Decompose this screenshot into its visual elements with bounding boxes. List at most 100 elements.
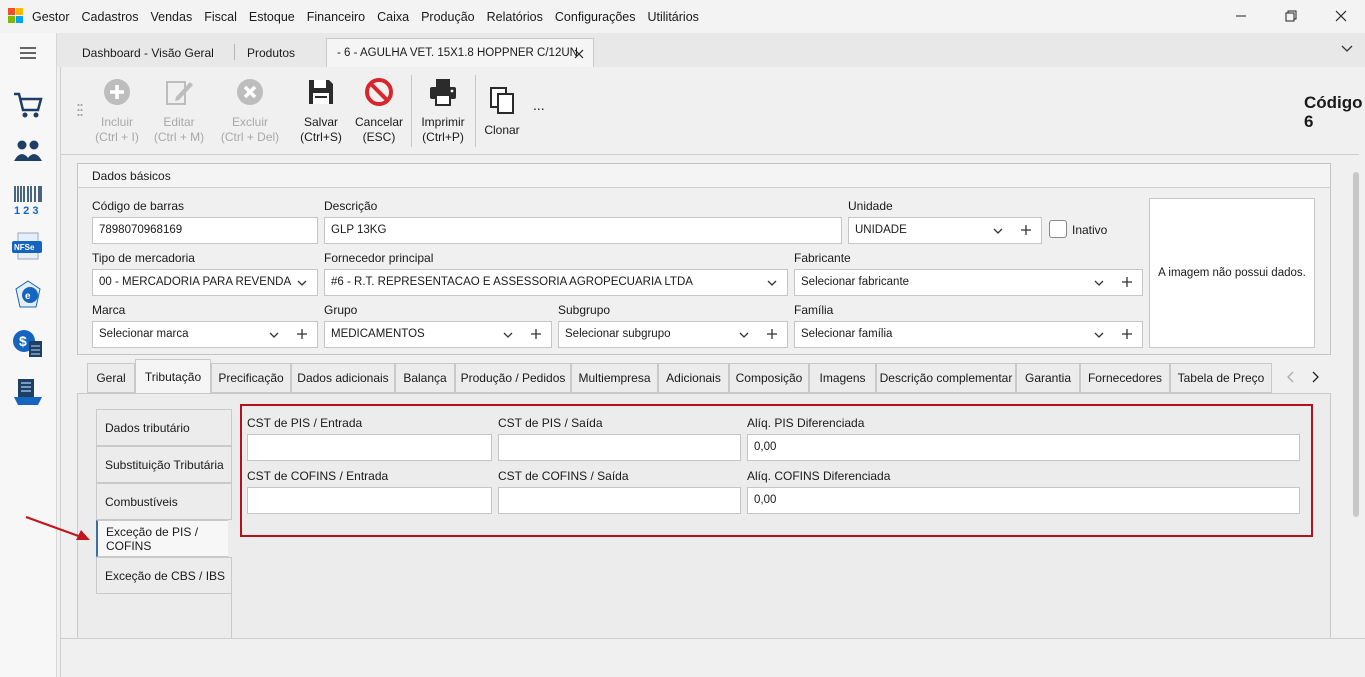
- nfe-icon[interactable]: e: [12, 279, 44, 311]
- tab-label: Descrição complementar: [879, 371, 1013, 385]
- vtab-excecao-cbs-ibs[interactable]: Exceção de CBS / IBS: [96, 557, 232, 594]
- tab-producao-pedidos[interactable]: Produção / Pedidos: [455, 363, 571, 393]
- drag-handle-icon[interactable]: [77, 103, 83, 117]
- tab-dados-adicionais[interactable]: Dados adicionais: [291, 363, 395, 393]
- marca-select[interactable]: Selecionar marca: [92, 321, 318, 348]
- vtab-excecao-pis-cofins[interactable]: Exceção de PIS / COFINS: [96, 520, 228, 557]
- svg-text:NFSe: NFSe: [14, 243, 35, 252]
- vtab-label: Exceção de PIS / COFINS: [106, 524, 199, 553]
- print-icon: [430, 79, 456, 106]
- barcode-icon[interactable]: 1 2 3: [12, 183, 44, 215]
- plus-icon[interactable]: [1020, 224, 1032, 236]
- hamburger-menu-icon[interactable]: [16, 41, 40, 65]
- tab-balanca[interactable]: Balança: [395, 363, 455, 393]
- imprimir-label: Imprimir: [421, 115, 465, 129]
- plus-icon[interactable]: [296, 328, 308, 340]
- menu-cadastros[interactable]: Cadastros: [82, 10, 139, 24]
- grupo-select[interactable]: MEDICAMENTOS: [324, 321, 552, 348]
- menu-configuracoes[interactable]: Configurações: [555, 10, 636, 24]
- tab-multiempresa[interactable]: Multiempresa: [571, 363, 658, 393]
- tab-imagens[interactable]: Imagens: [809, 363, 876, 393]
- menu-financeiro[interactable]: Financeiro: [307, 10, 365, 24]
- vertical-scrollbar[interactable]: [1353, 172, 1359, 517]
- tab-adicionais[interactable]: Adicionais: [658, 363, 729, 393]
- fabricante-select[interactable]: Selecionar fabricante: [794, 269, 1143, 296]
- menu-caixa[interactable]: Caixa: [377, 10, 409, 24]
- menu-estoque[interactable]: Estoque: [249, 10, 295, 24]
- aliq-cofins-input[interactable]: 0,00: [747, 487, 1300, 514]
- cash-register-icon[interactable]: [12, 375, 44, 407]
- chevron-down-icon: [1094, 332, 1104, 338]
- tab-label: Fornecedores: [1087, 371, 1163, 385]
- menu-vendas[interactable]: Vendas: [151, 10, 193, 24]
- chevron-right-icon[interactable]: [1310, 371, 1320, 383]
- cart-icon[interactable]: [12, 89, 44, 121]
- unidade-select[interactable]: UNIDADE: [848, 217, 1042, 244]
- subgrupo-select[interactable]: Selecionar subgrupo: [558, 321, 788, 348]
- menu-producao[interactable]: Produção: [421, 10, 475, 24]
- restore-button[interactable]: [1281, 6, 1301, 26]
- nfse-icon[interactable]: NFSe: [12, 231, 44, 263]
- doctab-dashboard[interactable]: Dashboard - Visão Geral: [72, 38, 232, 67]
- plus-icon[interactable]: [1121, 328, 1133, 340]
- editar-button[interactable]: Editar (Ctrl + M): [149, 77, 209, 145]
- grupo-label: Grupo: [324, 303, 358, 317]
- cst-cofins-entrada-input[interactable]: [247, 487, 492, 514]
- tab-label: Precificação: [218, 371, 284, 385]
- tab-tabela-preco[interactable]: Tabela de Preço: [1170, 363, 1272, 393]
- tab-fornecedores[interactable]: Fornecedores: [1080, 363, 1170, 393]
- vtab-dados-tributario[interactable]: Dados tributário: [96, 409, 232, 446]
- tab-descricao-complementar[interactable]: Descrição complementar: [876, 363, 1016, 393]
- tipo-mercadoria-select[interactable]: 00 - MERCADORIA PARA REVENDA: [92, 269, 318, 296]
- excluir-button[interactable]: Excluir (Ctrl + Del): [217, 77, 283, 145]
- plus-icon[interactable]: [766, 328, 778, 340]
- chevron-left-icon[interactable]: [1286, 371, 1296, 383]
- tab-label: Dados adicionais: [297, 371, 389, 385]
- financial-calculator-icon[interactable]: $: [12, 327, 44, 359]
- close-tab-icon[interactable]: [574, 49, 584, 59]
- product-image-box[interactable]: A imagem não possui dados.: [1149, 198, 1315, 348]
- inativo-checkbox[interactable]: [1049, 220, 1067, 238]
- descricao-input[interactable]: GLP 13KG: [324, 217, 842, 244]
- chevron-down-icon: [297, 280, 307, 286]
- incluir-label: Incluir: [100, 115, 133, 129]
- fornecedor-select[interactable]: #6 - R.T. REPRESENTACAO E ASSESSORIA AGR…: [324, 269, 788, 296]
- clonar-button[interactable]: Clonar: [481, 85, 523, 138]
- tab-composicao[interactable]: Composição: [729, 363, 809, 393]
- salvar-button[interactable]: Salvar (Ctrl+S): [297, 77, 345, 145]
- document-tabs: Dashboard - Visão Geral Produtos - 6 - A…: [57, 33, 1365, 67]
- menu-fiscal[interactable]: Fiscal: [204, 10, 237, 24]
- users-icon[interactable]: [12, 135, 44, 167]
- menu-relatorios[interactable]: Relatórios: [487, 10, 543, 24]
- tab-tributacao[interactable]: Tributação: [135, 359, 211, 393]
- grupo-value: MEDICAMENTOS: [331, 328, 425, 340]
- cancelar-button[interactable]: Cancelar (ESC): [351, 77, 407, 145]
- codigo-barras-input[interactable]: 7898070968169: [92, 217, 318, 244]
- tab-garantia[interactable]: Garantia: [1016, 363, 1080, 393]
- cst-cofins-saida-input[interactable]: [498, 487, 741, 514]
- plus-icon[interactable]: [530, 328, 542, 340]
- chevron-down-icon[interactable]: [1341, 45, 1353, 53]
- menu-utilitarios[interactable]: Utilitários: [648, 10, 699, 24]
- aliq-pis-input[interactable]: 0,00: [747, 434, 1300, 461]
- tab-geral[interactable]: Geral: [87, 363, 135, 393]
- more-options-button[interactable]: ...: [533, 97, 545, 113]
- familia-select[interactable]: Selecionar família: [794, 321, 1143, 348]
- doctab-produto-6[interactable]: - 6 - AGULHA VET. 15X1.8 HOPPNER C/12UN: [326, 38, 594, 67]
- tab-precificacao[interactable]: Precificação: [211, 363, 291, 393]
- close-icon: [1335, 10, 1347, 22]
- plus-icon[interactable]: [1121, 276, 1133, 288]
- cst-pis-saida-input[interactable]: [498, 434, 741, 461]
- vtab-combustiveis[interactable]: Combustíveis: [96, 483, 232, 520]
- close-window-button[interactable]: [1331, 6, 1351, 26]
- app-logo-icon: [8, 8, 23, 23]
- doctab-produtos[interactable]: Produtos: [237, 38, 323, 67]
- descricao-label: Descrição: [324, 199, 378, 213]
- aliq-cofins-label: Alíq. COFINS Diferenciada: [747, 469, 891, 483]
- incluir-button[interactable]: Incluir (Ctrl + I): [91, 77, 143, 145]
- vtab-substituicao-tributaria[interactable]: Substituição Tributária: [96, 446, 232, 483]
- cancelar-label: Cancelar: [354, 115, 404, 129]
- cst-pis-entrada-input[interactable]: [247, 434, 492, 461]
- imprimir-button[interactable]: Imprimir (Ctrl+P): [416, 77, 470, 145]
- minimize-button[interactable]: [1231, 6, 1251, 26]
